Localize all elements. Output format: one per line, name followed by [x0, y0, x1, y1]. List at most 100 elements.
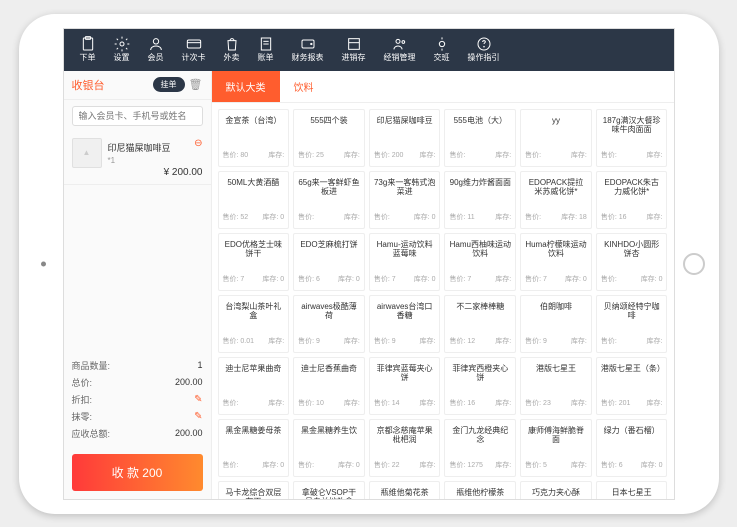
product-card[interactable]: 90g维力炸酱面面售价: 11库存:: [444, 171, 516, 229]
nav-help[interactable]: 操作指引: [460, 34, 508, 65]
product-name: 马卡龙综合双层布丁: [223, 488, 285, 499]
total-row[interactable]: 折扣:✎: [72, 391, 203, 408]
product-price: 售价: 23: [525, 398, 551, 408]
nav-users[interactable]: 经销管理: [376, 34, 424, 65]
product-card[interactable]: 绿力（番石榴）售价: 6库存: 0: [596, 419, 668, 477]
product-stock: 库存: 0: [262, 212, 284, 222]
product-stock: 库存: 0: [338, 460, 360, 470]
product-card[interactable]: 黑金黑糖姜母茶售价: 库存: 0: [218, 419, 290, 477]
swap-icon: [434, 36, 450, 52]
product-card[interactable]: airwaves台湾口香糖售价: 9库存:: [369, 295, 441, 353]
product-name: 瓶维他菊花茶: [374, 488, 436, 498]
product-price: 售价: 9: [298, 336, 320, 346]
nav-clipboard[interactable]: 下单: [72, 34, 104, 65]
edit-icon[interactable]: ✎: [194, 394, 202, 405]
product-card[interactable]: 贝纳颂经特宁咖啡售价: 库存:: [596, 295, 668, 353]
product-card[interactable]: 金门九龙经典纪念售价: 1275库存:: [444, 419, 516, 477]
product-card[interactable]: 瓶维他菊花茶售价: 库存:: [369, 481, 441, 499]
nav-gear[interactable]: 设置: [106, 34, 138, 65]
product-price: 售价: 0.01: [223, 336, 255, 346]
product-name: 伯朗咖啡: [525, 302, 587, 312]
product-card[interactable]: 187g满汉大餐珍味牛肉面面售价: 库存:: [596, 109, 668, 167]
product-card[interactable]: 迪士尼香蕉曲奇售价: 10库存:: [293, 357, 365, 415]
nav-card[interactable]: 计次卡: [174, 34, 214, 65]
product-card[interactable]: EDO优格芝士味饼干售价: 7库存: 0: [218, 233, 290, 291]
product-card[interactable]: 菲律宾蓝莓夹心饼售价: 14库存:: [369, 357, 441, 415]
edit-icon[interactable]: ✎: [194, 411, 202, 422]
product-name: KINHDO小圆形饼杏: [601, 240, 663, 259]
product-name: 187g满汉大餐珍味牛肉面面: [601, 116, 663, 135]
product-card[interactable]: 瓶维他柠檬茶售价: 库存:: [444, 481, 516, 499]
product-card[interactable]: 伯朗咖啡售价: 9库存:: [520, 295, 592, 353]
nav-box[interactable]: 进销存: [334, 34, 374, 65]
product-name: 绿力（番石榴）: [601, 426, 663, 436]
product-price: 售价:: [223, 460, 239, 470]
nav-receipt[interactable]: 账单: [250, 34, 282, 65]
product-price: 售价:: [298, 212, 314, 222]
product-card[interactable]: 73g来一客韩式泡菜进售价: 库存: 0: [369, 171, 441, 229]
nav-wallet[interactable]: 财务报表: [284, 34, 332, 65]
product-card[interactable]: 京都念慈庵苹果枇杷润售价: 22库存:: [369, 419, 441, 477]
product-card[interactable]: 港版七星王售价: 23库存:: [520, 357, 592, 415]
trash-icon[interactable]: 🗑: [189, 78, 203, 91]
product-stock: 库存:: [344, 336, 360, 346]
product-name: 50ML大黄酒醋: [223, 178, 285, 188]
product-stock: 库存: 18: [561, 212, 587, 222]
product-card[interactable]: 拿破仑VSOP干邑白兰地礼盒售价: 45库存:: [293, 481, 365, 499]
product-price: 售价:: [601, 150, 617, 160]
product-card[interactable]: EDO芝麻梳打饼售价: 6库存: 0: [293, 233, 365, 291]
product-stock: 库存: 0: [262, 460, 284, 470]
product-name: 印尼猫屎咖啡豆: [374, 116, 436, 126]
product-price: 售价: 16: [449, 398, 475, 408]
pay-button[interactable]: 收 款 200: [72, 454, 203, 491]
product-card[interactable]: 50ML大黄酒醋售价: 52库存: 0: [218, 171, 290, 229]
product-card[interactable]: EDOPACK朱古力威化饼*售价: 16库存:: [596, 171, 668, 229]
product-card[interactable]: 菲律宾西橙夹心饼售价: 16库存:: [444, 357, 516, 415]
product-card[interactable]: 黑金黑糖养生饮售价: 库存: 0: [293, 419, 365, 477]
product-card[interactable]: 巧克力夹心酥售价: 8库存:: [520, 481, 592, 499]
product-stock: 库存:: [344, 212, 360, 222]
product-card[interactable]: 迪士尼苹果曲奇售价: 库存:: [218, 357, 290, 415]
product-card[interactable]: 65g来一客鲜虾鱼板进售价: 库存:: [293, 171, 365, 229]
product-price: 售价:: [601, 336, 617, 346]
product-card[interactable]: 康师傅海鲜脆脊面售价: 5库存:: [520, 419, 592, 477]
cart-item[interactable]: ▲ 印尼猫屎咖啡豆⊖ *1 ¥ 200.00: [64, 132, 211, 185]
product-name: 拿破仑VSOP干邑白兰地礼盒: [298, 488, 360, 499]
product-card[interactable]: 日本七星王售价: 库存:: [596, 481, 668, 499]
total-row[interactable]: 抹零:✎: [72, 408, 203, 425]
product-card[interactable]: Huma柠檬味运动饮料售价: 7库存: 0: [520, 233, 592, 291]
product-name: EDO芝麻梳打饼: [298, 240, 360, 250]
tab-drinks[interactable]: 饮料: [280, 71, 328, 102]
product-card[interactable]: 台湾梨山茶叶礼盒售价: 0.01库存:: [218, 295, 290, 353]
product-card[interactable]: 555四个装售价: 25库存:: [293, 109, 365, 167]
product-price: 售价: 7: [525, 274, 547, 284]
product-name: yy: [525, 116, 587, 126]
product-stock: 库存:: [647, 336, 663, 346]
nav-user[interactable]: 会员: [140, 34, 172, 65]
product-price: 售价: 11: [449, 212, 474, 222]
product-card[interactable]: EDOPACK提拉米苏威化饼*售价: 库存: 18: [520, 171, 592, 229]
hold-order-button[interactable]: 挂单: [153, 77, 185, 92]
product-card[interactable]: 印尼猫屎咖啡豆售价: 200库存:: [369, 109, 441, 167]
product-card[interactable]: Hamu西柚味运动饮料售价: 7库存:: [444, 233, 516, 291]
product-card[interactable]: airwaves极酷薄荷售价: 9库存:: [293, 295, 365, 353]
member-search-input[interactable]: [72, 106, 203, 126]
tab-default-category[interactable]: 默认大类: [212, 71, 280, 102]
product-card[interactable]: 港版七星王（条）售价: 201库存:: [596, 357, 668, 415]
home-button[interactable]: [683, 253, 705, 275]
product-card[interactable]: 马卡龙综合双层布丁售价: 24库存:: [218, 481, 290, 499]
totals: 商品数量:1总价:200.00折扣:✎抹零:✎应收总额:200.00: [64, 351, 211, 448]
product-stock: 库存: 0: [338, 274, 360, 284]
product-card[interactable]: 555电池（大）售价: 库存:: [444, 109, 516, 167]
help-icon: [476, 36, 492, 52]
remove-item-icon[interactable]: ⊖: [194, 138, 202, 149]
product-card[interactable]: 不二家棒棒糖售价: 12库存:: [444, 295, 516, 353]
product-card[interactable]: KINHDO小圆形饼杏售价: 库存: 0: [596, 233, 668, 291]
nav-swap[interactable]: 交班: [426, 34, 458, 65]
product-card[interactable]: yy售价: 库存:: [520, 109, 592, 167]
product-card[interactable]: Hamu-运动饮料蓝莓味售价: 7库存: 0: [369, 233, 441, 291]
product-stock: 库存: 0: [262, 274, 284, 284]
product-price: 售价: 7: [374, 274, 396, 284]
product-card[interactable]: 金宣茶（台湾）售价: 80库存:: [218, 109, 290, 167]
nav-bag[interactable]: 外卖: [216, 34, 248, 65]
